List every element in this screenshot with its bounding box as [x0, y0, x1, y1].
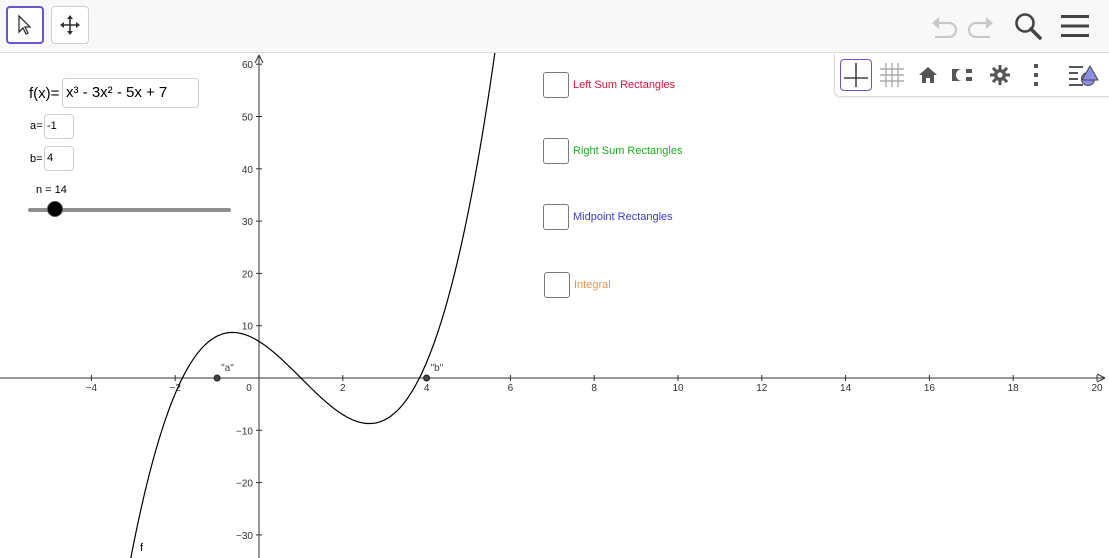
undo-icon — [932, 17, 958, 38]
x-tick-label: 12 — [756, 383, 768, 394]
move-tool-button[interactable] — [6, 6, 44, 44]
a-label: a= — [30, 120, 43, 132]
point-b — [423, 374, 431, 382]
hamburger-menu-icon — [1061, 15, 1089, 37]
magnet-icon — [952, 69, 972, 81]
x-tick-label: 6 — [508, 383, 514, 394]
y-tick-label: 40 — [242, 165, 254, 176]
midpoint-checkbox[interactable] — [543, 204, 569, 230]
a-input[interactable]: -1 — [44, 114, 74, 139]
right-sum-checkbox[interactable] — [543, 138, 569, 164]
graphics-settings-button[interactable] — [984, 59, 1016, 91]
n-slider-handle[interactable] — [47, 201, 63, 217]
gear-icon — [990, 65, 1010, 85]
show-grid-button[interactable] — [876, 59, 908, 91]
function-label: f(x)= — [29, 85, 60, 102]
right-sum-label: Right Sum Rectangles — [573, 145, 683, 157]
left-sum-checkbox[interactable] — [543, 72, 569, 98]
axes-toggle-icon — [844, 63, 868, 87]
point-capturing-button[interactable] — [948, 59, 980, 91]
algebra-view-toggle-icon — [1069, 64, 1099, 86]
slider-label: n = 14 — [36, 184, 67, 196]
function-curve — [130, 53, 496, 558]
pointer-arrow-icon — [18, 14, 32, 35]
home-icon — [919, 67, 937, 83]
x-tick-label: −4 — [86, 383, 98, 394]
b-input[interactable]: 4 — [44, 146, 74, 171]
x-tick-label: 4 — [424, 383, 430, 394]
x-tick-label: 16 — [924, 383, 936, 394]
search-icon — [1015, 13, 1042, 40]
x-tick-label: 18 — [1008, 383, 1020, 394]
integral-label: Integral — [574, 279, 611, 291]
point-b-label: "b" — [431, 363, 444, 374]
midpoint-label: Midpoint Rectangles — [573, 211, 673, 223]
function-input[interactable]: x³ - 3x² - 5x + 7 — [62, 78, 199, 108]
grid-toggle-icon — [880, 63, 904, 87]
x-tick-label: 20 — [1091, 383, 1103, 394]
graphics-style-bar — [834, 54, 1109, 97]
more-options-button[interactable] — [1020, 59, 1052, 91]
toggle-algebra-view-button[interactable] — [1068, 59, 1100, 91]
undo-button[interactable] — [928, 10, 960, 42]
main-menu-button[interactable] — [1059, 10, 1091, 42]
b-label: b= — [30, 153, 43, 165]
graphics-view[interactable]: −4 −2 0 2 4 6 8 10 12 14 16 18 20−30−20−101020304050… — [0, 53, 1109, 558]
top-toolbar — [0, 0, 1109, 53]
left-sum-label: Left Sum Rectangles — [573, 79, 676, 91]
y-tick-label: 60 — [242, 60, 254, 71]
y-tick-label: 30 — [242, 217, 254, 228]
more-vertical-icon — [1034, 64, 1038, 86]
redo-button[interactable] — [965, 10, 997, 42]
curve-label: f — [140, 542, 144, 554]
show-axes-button[interactable] — [840, 59, 872, 91]
redo-icon — [967, 17, 993, 38]
standard-view-button[interactable] — [912, 59, 944, 91]
y-tick-label: 10 — [242, 322, 254, 333]
x-tick-label: 2 — [340, 383, 346, 394]
point-a-label: "a" — [221, 363, 234, 374]
search-button[interactable] — [1012, 10, 1044, 42]
x-tick-label: 14 — [840, 383, 852, 394]
x-tick-label: 10 — [672, 383, 684, 394]
x-tick-label: 0 — [246, 383, 252, 394]
move-graphics-view-button[interactable] — [51, 6, 89, 44]
y-tick-label: −30 — [236, 531, 253, 542]
four-way-arrows-icon — [60, 15, 80, 35]
y-tick-label: 20 — [242, 269, 254, 280]
integral-checkbox[interactable] — [544, 272, 570, 298]
y-tick-label: 50 — [242, 113, 254, 124]
y-tick-label: −10 — [236, 426, 253, 437]
x-tick-label: 8 — [591, 383, 597, 394]
point-a — [213, 374, 221, 382]
y-tick-label: −20 — [236, 479, 253, 490]
